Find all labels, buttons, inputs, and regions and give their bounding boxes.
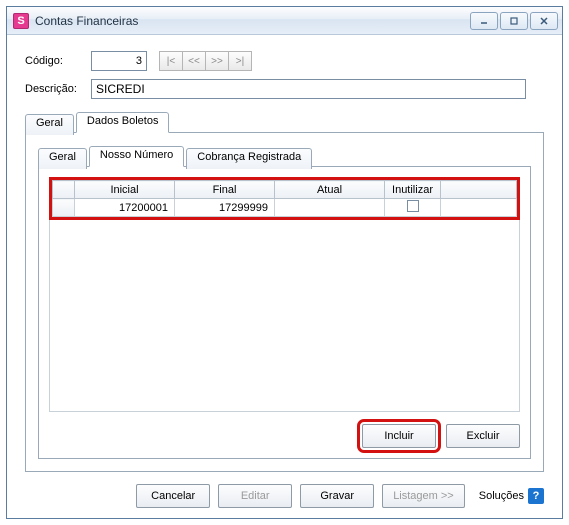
col-header-final[interactable]: Final [175,181,275,199]
descricao-input[interactable] [91,79,526,99]
tab-inner-cobranca-registrada[interactable]: Cobrança Registrada [186,148,312,169]
client-area: Código: |< << >> >| Descrição: Geral Dad… [7,35,562,518]
cancelar-button[interactable]: Cancelar [136,484,210,508]
inner-tabpanel: Inicial Final Atual Inutilizar [38,166,531,459]
solucoes-label: Soluções [479,490,524,502]
grid-row-header-blank [53,181,75,199]
excluir-button[interactable]: Excluir [446,424,520,448]
col-header-inutilizar[interactable]: Inutilizar [385,181,441,199]
solucoes-link[interactable]: Soluções ? [479,488,544,504]
table-row[interactable]: 17200001 17299999 [53,199,517,217]
inutilizar-checkbox[interactable] [407,200,419,212]
codigo-label: Código: [25,55,83,67]
close-button[interactable] [530,12,558,30]
tab-inner-nosso-numero[interactable]: Nosso Número [89,146,184,167]
gravar-button[interactable]: Gravar [300,484,374,508]
col-header-inicial[interactable]: Inicial [75,181,175,199]
maximize-button[interactable] [500,12,528,30]
outer-tabpanel: Geral Nosso Número Cobrança Registrada [25,132,544,472]
incluir-button[interactable]: Incluir [362,424,436,448]
tab-outer-geral[interactable]: Geral [25,114,74,135]
grid-highlight-frame: Inicial Final Atual Inutilizar [49,177,520,220]
nav-first-button[interactable]: |< [159,51,183,71]
window-title: Contas Financeiras [35,14,470,28]
titlebar: S Contas Financeiras [7,7,562,35]
grid-empty-area [49,220,520,412]
nav-next-button[interactable]: >> [205,51,229,71]
listagem-button: Listagem >> [382,484,465,508]
app-icon: S [13,13,29,29]
editar-button: Editar [218,484,292,508]
descricao-label: Descrição: [25,83,83,95]
cell-atual[interactable] [275,199,385,217]
tab-inner-geral[interactable]: Geral [38,148,87,169]
cell-inutilizar[interactable] [385,199,441,217]
window-frame: S Contas Financeiras Código: |< << >> >| [6,6,563,519]
cell-final[interactable]: 17299999 [175,199,275,217]
help-icon[interactable]: ? [528,488,544,504]
col-header-rest [441,181,517,199]
cell-inicial[interactable]: 17200001 [75,199,175,217]
row-selector-cell[interactable] [53,199,75,217]
nav-last-button[interactable]: >| [228,51,252,71]
grid-header-row: Inicial Final Atual Inutilizar [53,181,517,199]
tab-outer-dados-boletos[interactable]: Dados Boletos [76,112,170,133]
col-header-atual[interactable]: Atual [275,181,385,199]
nosso-numero-grid: Inicial Final Atual Inutilizar [52,180,517,217]
cell-rest [441,199,517,217]
codigo-input[interactable] [91,51,147,71]
nav-prev-button[interactable]: << [182,51,206,71]
minimize-button[interactable] [470,12,498,30]
